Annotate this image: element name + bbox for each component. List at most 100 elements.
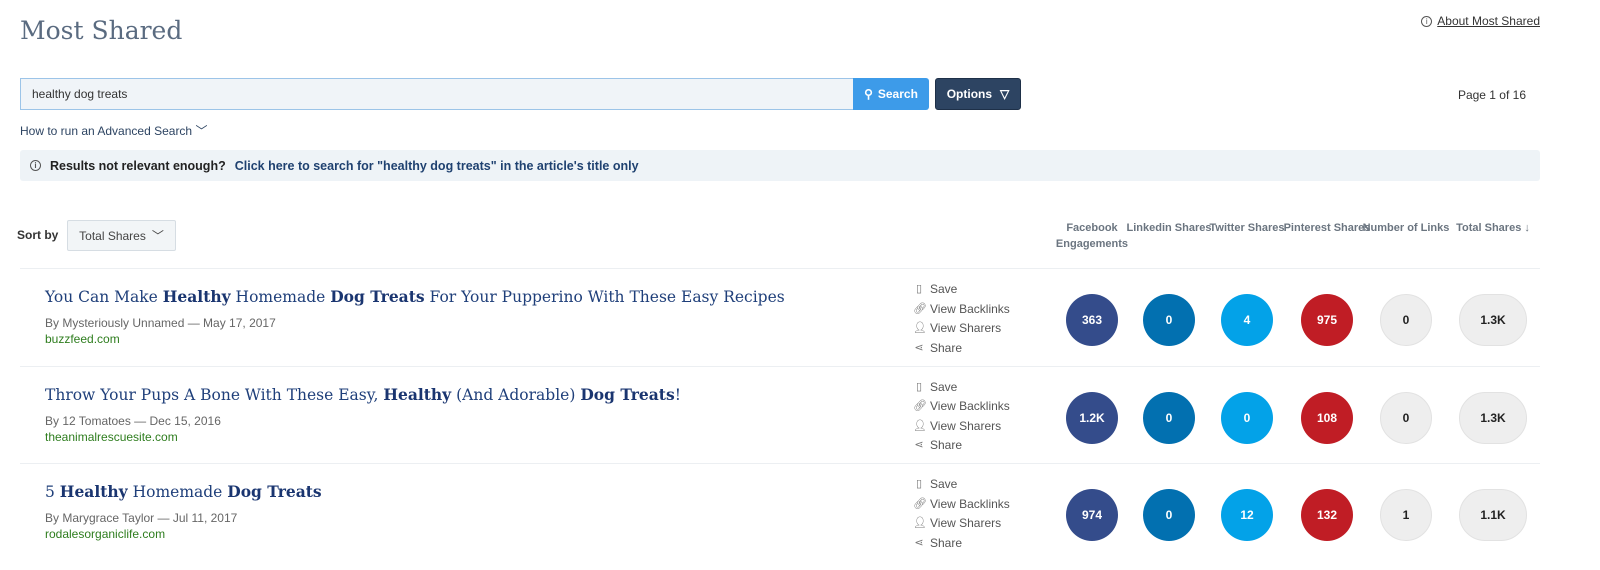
action-share[interactable]: ⋖ Share <box>913 436 1010 456</box>
action-share[interactable]: ⋖ Share <box>913 534 1010 554</box>
link-icon: 🔗︎ <box>913 400 927 412</box>
about-label[interactable]: About Most Shared <box>1437 14 1540 28</box>
relevance-banner: i Results not relevant enough? Click here … <box>20 150 1540 181</box>
column-header[interactable]: Total Shares ↓ <box>1448 220 1538 236</box>
bookmark-icon: ▯ <box>915 478 923 490</box>
action-label: Save <box>930 477 958 491</box>
article-title-link[interactable]: Throw Your Pups A Bone With These Easy, … <box>45 385 681 404</box>
action-view-backlinks[interactable]: 🔗︎ View Backlinks <box>913 300 1010 320</box>
linkedin-count[interactable]: 0 <box>1143 391 1195 444</box>
linkedin-count[interactable]: 0 <box>1143 489 1195 541</box>
action-label: Share <box>930 438 963 452</box>
links-count[interactable]: 0 <box>1380 294 1432 346</box>
sort-label: Sort by <box>17 228 59 242</box>
info-icon: i <box>1421 15 1433 27</box>
total-count[interactable]: 1.3K <box>1459 294 1527 346</box>
action-label: View Backlinks <box>930 496 1010 511</box>
article-title-link[interactable]: 5 Healthy Homemade Dog Treats <box>45 482 322 501</box>
share-icon: ⋖ <box>914 439 924 451</box>
action-label: View Sharers <box>930 321 1002 335</box>
search-button[interactable]: ⚲ Search <box>853 78 929 110</box>
title-segment: For Your Pupperino With These Easy Recip… <box>424 288 785 306</box>
article-meta: By 12 Tomatoes — Dec 15, 2016 <box>45 413 221 428</box>
action-label: View Sharers <box>930 516 1002 530</box>
search-input[interactable] <box>20 78 854 110</box>
title-segment: Healthy <box>383 384 452 404</box>
title-segment: Homemade <box>127 483 228 501</box>
total-count[interactable]: 1.3K <box>1459 391 1527 444</box>
user-icon: 👤︎ <box>913 322 927 334</box>
user-icon: 👤︎ <box>913 419 927 432</box>
title-segment: Healthy <box>59 482 128 501</box>
action-label: Share <box>930 340 963 355</box>
triangle-down-icon: ▽ <box>1000 87 1010 101</box>
action-view-sharers[interactable]: 👤︎ View Sharers <box>913 417 1010 437</box>
facebook-count[interactable]: 1.2K <box>1066 391 1118 444</box>
article-row: You Can Make Healthy Homemade Dog Treats… <box>20 268 1540 365</box>
linkedin-count[interactable]: 0 <box>1143 294 1195 346</box>
action-save[interactable]: ▯ Save <box>913 378 1010 398</box>
column-header: Linkedin Shares <box>1126 222 1212 234</box>
pinterest-count[interactable]: 108 <box>1301 391 1353 444</box>
total-count[interactable]: 1.1K <box>1459 489 1527 541</box>
title-segment: 5 <box>45 483 60 501</box>
twitter-count[interactable]: 4 <box>1221 294 1273 346</box>
action-save[interactable]: ▯ Save <box>913 280 1010 300</box>
action-view-sharers[interactable]: 👤︎ View Sharers <box>913 319 1010 339</box>
title-segment: Dog Treats <box>330 287 425 306</box>
link-icon: 🔗︎ <box>913 497 927 510</box>
article-title-link[interactable]: You Can Make Healthy Homemade Dog Treats… <box>45 287 785 306</box>
action-label: View Sharers <box>930 418 1002 433</box>
share-icon: ⋖ <box>914 341 924 354</box>
title-segment: Homemade <box>230 288 331 306</box>
info-icon: i <box>30 160 41 171</box>
title-segment: ! <box>674 385 681 404</box>
page-title: Most Shared <box>20 16 183 45</box>
advanced-search-toggle[interactable]: How to run an Advanced Search ﹀ <box>20 122 207 139</box>
facebook-count[interactable]: 974 <box>1066 489 1118 541</box>
title-segment: Dog Treats <box>580 384 675 404</box>
title-segment: Throw Your Pups A Bone With These Easy, <box>45 385 384 404</box>
pinterest-count[interactable]: 975 <box>1301 294 1353 346</box>
chevron-down-icon: ﹀ <box>151 229 164 243</box>
search-icon: ⚲ <box>864 87 873 101</box>
title-segment: You Can Make <box>45 288 163 306</box>
options-label: Options <box>946 87 993 101</box>
article-domain-link[interactable]: theanimalrescuesite.com <box>45 430 178 444</box>
bookmark-icon: ▯ <box>915 380 923 393</box>
title-segment: Healthy <box>162 287 231 306</box>
twitter-count[interactable]: 0 <box>1221 391 1273 444</box>
sort-value: Total Shares <box>79 228 146 243</box>
article-row: 5 Healthy Homemade Dog Treats By Marygrac… <box>20 463 1540 560</box>
action-view-backlinks[interactable]: 🔗︎ View Backlinks <box>913 495 1010 515</box>
sort-select[interactable]: Total Shares ﹀ <box>67 220 176 251</box>
advanced-search-label: How to run an Advanced Search <box>20 124 193 138</box>
column-header: Pinterest Shares <box>1283 222 1371 234</box>
search-button-label: Search <box>877 87 918 101</box>
chevron-down-icon: ﹀ <box>195 124 208 138</box>
article-row: Throw Your Pups A Bone With These Easy, … <box>20 365 1540 463</box>
action-view-sharers[interactable]: 👤︎ View Sharers <box>913 514 1010 534</box>
share-icon: ⋖ <box>914 536 924 549</box>
column-header: Twitter Shares <box>1209 222 1285 234</box>
about-link[interactable]: i About Most Shared <box>1421 14 1540 28</box>
page-info: Page 1 of 16 <box>1457 88 1526 102</box>
banner-text: Results not relevant enough? <box>50 158 226 173</box>
links-count[interactable]: 1 <box>1380 489 1432 541</box>
action-label: Share <box>930 535 963 550</box>
links-count[interactable]: 0 <box>1380 391 1432 444</box>
title-only-search-link[interactable]: Click here to search for "healthy dog tr… <box>235 159 639 173</box>
action-view-backlinks[interactable]: 🔗︎ View Backlinks <box>913 397 1010 417</box>
twitter-count[interactable]: 12 <box>1221 489 1273 541</box>
article-domain-link[interactable]: buzzfeed.com <box>45 332 120 346</box>
pinterest-count[interactable]: 132 <box>1301 489 1353 541</box>
facebook-count[interactable]: 363 <box>1066 294 1118 346</box>
article-meta: By Mysteriously Unnamed — May 17, 2017 <box>45 316 276 330</box>
user-icon: 👤︎ <box>913 517 927 529</box>
link-icon: 🔗︎ <box>913 302 927 315</box>
options-button[interactable]: Options ▽ <box>935 78 1021 110</box>
title-segment: (And Adorable) <box>451 385 581 404</box>
action-save[interactable]: ▯ Save <box>913 475 1010 495</box>
article-domain-link[interactable]: rodalesorganiclife.com <box>45 527 165 541</box>
action-share[interactable]: ⋖ Share <box>913 339 1010 359</box>
